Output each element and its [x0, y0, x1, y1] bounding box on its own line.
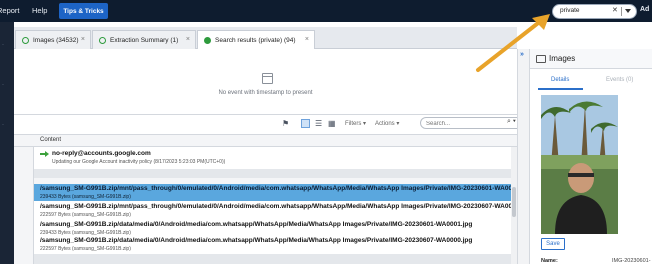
filters-dropdown[interactable]: Filters ▾ — [345, 120, 366, 127]
row-divider — [34, 169, 517, 178]
row-number-gutter — [14, 147, 34, 264]
column-header-content[interactable]: Content — [40, 137, 61, 143]
file-meta: 222597 Bytes (samsung_SM-G991B.zip) — [40, 246, 131, 252]
active-tab-indicator — [538, 88, 583, 90]
preview-photo-graphic — [541, 95, 618, 234]
nav-glyph: · — [2, 42, 4, 48]
tag-icon[interactable]: ⚑ — [282, 119, 291, 128]
timeline-panel: No event with timestamp to present — [14, 50, 517, 115]
tab-images[interactable]: Images (34532) × — [15, 30, 91, 49]
name-value: IMG-20230601- — [612, 258, 651, 264]
file-path: /samsung_SM-G991B.zip/data/media/0/Andro… — [40, 221, 473, 228]
table-row[interactable]: /samsung_SM-G991B.zip/mnt/pass_through/0… — [34, 184, 531, 201]
clear-search-icon[interactable]: ✕ — [612, 6, 618, 14]
incoming-email-icon — [40, 151, 49, 157]
save-button[interactable]: Save — [541, 238, 565, 250]
search-divider — [621, 7, 622, 16]
details-panel: Images Details Events (0) Save Name: IMG… — [529, 49, 652, 264]
left-navigation-strip: · · · — [0, 22, 14, 264]
image-preview[interactable] — [541, 95, 618, 234]
email-sender: no-reply@accounts.google.com — [52, 150, 151, 157]
file-path: /samsung_SM-G991B.zip/mnt/pass_through/0… — [40, 185, 531, 192]
collapse-panel-icon[interactable]: » — [520, 51, 524, 58]
grid-search-box[interactable]: ⌕ ▾ — [420, 117, 526, 129]
file-path: /samsung_SM-G991B.zip/data/media/0/Andro… — [40, 237, 473, 244]
nav-glyph: · — [2, 122, 4, 128]
menu-help[interactable]: Help — [32, 6, 47, 15]
nav-glyph: · — [2, 82, 4, 88]
scrollbar-thumb[interactable] — [512, 187, 516, 217]
row-divider — [34, 254, 517, 264]
tab-status-icon — [99, 36, 106, 44]
close-tab-icon[interactable]: × — [305, 36, 309, 43]
tab-label: Extraction Summary (1) — [110, 36, 179, 44]
tab-label: Images (34532) — [33, 36, 79, 44]
grid-search-input[interactable] — [426, 119, 496, 128]
table-row[interactable]: /samsung_SM-G991B.zip/mnt/pass_through/0… — [34, 202, 531, 219]
details-tabs: Details Events (0) — [530, 74, 652, 90]
table-row[interactable]: /samsung_SM-G991B.zip/data/media/0/Andro… — [34, 236, 517, 253]
tab-status-icon — [204, 36, 211, 44]
actions-dropdown[interactable]: Actions ▾ — [375, 120, 399, 127]
menu-report[interactable]: Report — [0, 6, 20, 15]
close-tab-icon[interactable]: × — [186, 36, 190, 43]
gallery-view-icon[interactable]: ▦ — [328, 119, 337, 128]
search-dropdown-icon[interactable] — [625, 9, 631, 13]
search-icon[interactable]: ⌕ ▾ — [507, 118, 516, 126]
tab-extraction-summary[interactable]: Extraction Summary (1) × — [92, 30, 196, 49]
email-subject: Updating our Google Account inactivity p… — [52, 159, 226, 165]
results-tab-bar: Images (34532) × Extraction Summary (1) … — [14, 27, 517, 49]
file-path: /samsung_SM-G991B.zip/mnt/pass_through/0… — [40, 203, 531, 210]
top-menu-bar: Report Help Tips & Tricks private ✕ Ad — [0, 0, 652, 22]
image-icon — [536, 55, 546, 63]
tips-and-tricks-button[interactable]: Tips & Tricks — [59, 3, 108, 19]
tab-events[interactable]: Events (0) — [606, 77, 633, 83]
global-search-input[interactable]: private — [560, 7, 580, 14]
tab-search-results[interactable]: Search results (private) (94) × — [197, 30, 315, 49]
global-search-box[interactable]: private ✕ — [552, 4, 637, 19]
grid-toolbar: ⚑ ☰ ▦ Filters ▾ Actions ▾ ⌕ ▾ — [14, 115, 526, 132]
details-panel-header: Images — [530, 49, 652, 69]
calendar-icon — [262, 73, 273, 84]
file-meta: 222597 Bytes (samsung_SM-G991B.zip) — [40, 212, 131, 218]
tab-status-icon — [22, 36, 29, 44]
tab-details[interactable]: Details — [551, 77, 569, 83]
tab-label: Search results (private) (94) — [215, 36, 296, 44]
table-row[interactable]: /samsung_SM-G991B.zip/data/media/0/Andro… — [34, 220, 517, 237]
advanced-menu[interactable]: Ad — [640, 6, 649, 13]
name-label: Name: — [541, 258, 558, 264]
detail-view-icon[interactable]: ☰ — [315, 119, 324, 128]
details-panel-title: Images — [549, 54, 576, 63]
grid-column-header: Content — [14, 134, 517, 147]
list-item[interactable]: no-reply@accounts.google.com Updating ou… — [34, 149, 517, 166]
list-view-icon[interactable] — [301, 119, 310, 128]
timeline-empty-message: No event with timestamp to present — [218, 90, 313, 96]
panel-collapse-strip: » — [517, 49, 529, 264]
file-meta: 239433 Bytes (samsung_SM-G991B.zip) — [40, 194, 131, 200]
close-tab-icon[interactable]: × — [81, 36, 85, 43]
